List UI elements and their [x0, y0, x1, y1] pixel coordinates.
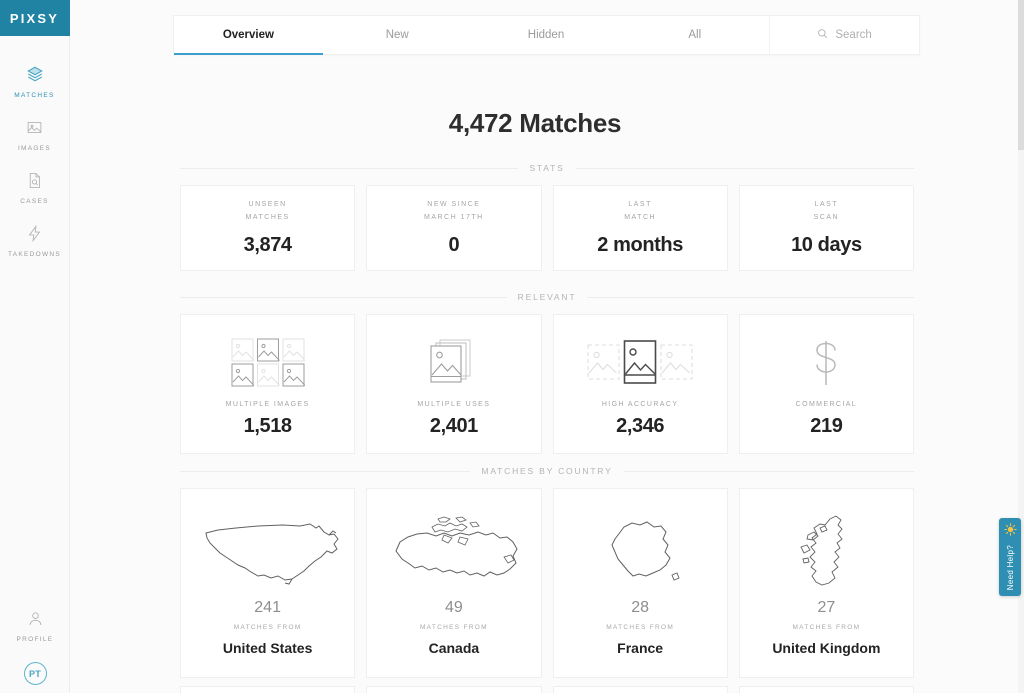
stat-label-line2: Match	[624, 214, 657, 221]
relevant-section: Relevant	[180, 292, 914, 454]
relevant-card-label: Multiple Images	[225, 401, 310, 408]
relevant-card-multiple-images[interactable]: Multiple Images 1,518	[180, 314, 356, 454]
relevant-card-label: Multiple Uses	[417, 401, 491, 408]
scroll-area: 4,472 Matches Stats Unseen Matches 3,874…	[70, 0, 1024, 693]
image-icon	[26, 116, 43, 138]
sidebar-item-images[interactable]: Images	[0, 107, 69, 160]
avatar[interactable]: PT	[23, 662, 47, 685]
sidebar-item-label: Profile	[16, 636, 54, 643]
stat-label-line1: New Since	[427, 201, 481, 209]
sidebar-item-takedowns[interactable]: Takedowns	[0, 213, 69, 266]
focused-image-icon	[587, 335, 693, 391]
next-row-partial	[180, 686, 914, 693]
sidebar: PIXSY Matches	[0, 0, 70, 693]
relevant-card-value: 219	[810, 415, 843, 437]
relevant-section-heading: Relevant	[180, 292, 914, 302]
country-name: United States	[222, 640, 313, 656]
sidebar-footer: Profile PT	[0, 598, 70, 685]
cube-icon	[26, 63, 44, 85]
country-name: United Kingdom	[772, 640, 881, 656]
relevant-cards: Multiple Images 1,518	[180, 314, 914, 454]
sidebar-item-matches[interactable]: Matches	[0, 54, 69, 107]
relevant-card-value: 2,346	[616, 415, 665, 437]
map-united-states	[188, 511, 348, 597]
card-partial[interactable]	[738, 686, 914, 693]
map-united-kingdom	[746, 511, 906, 597]
document-search-icon	[26, 169, 43, 191]
country-count: 49	[444, 599, 463, 616]
stat-card[interactable]: Unseen Matches 3,874	[180, 185, 356, 271]
countries-section-heading: Matches by Country	[180, 466, 914, 476]
country-card-france[interactable]: 28 Matches From France	[552, 488, 728, 678]
card-partial[interactable]	[180, 686, 356, 693]
stat-label-line2: Scan	[813, 214, 840, 221]
sidebar-nav: Matches Images	[0, 54, 69, 266]
stat-label-line1: Unseen	[248, 201, 287, 209]
need-help-label: Need Help?	[1005, 545, 1015, 591]
stat-label-line2: March 17th	[424, 214, 484, 221]
countries-section: Matches by Country 241 Matches From	[180, 466, 914, 678]
sidebar-item-cases[interactable]: Cases	[0, 160, 69, 213]
country-name: Canada	[428, 640, 480, 656]
country-sub-label: Matches From	[233, 624, 302, 631]
sidebar-item-label: Cases	[20, 198, 49, 205]
country-card-canada[interactable]: 49 Matches From Canada	[366, 488, 542, 678]
stat-label-line2: Matches	[245, 214, 290, 221]
person-icon	[27, 607, 44, 629]
scrollbar-thumb[interactable]	[1018, 0, 1024, 150]
country-sub-label: Matches From	[606, 624, 675, 631]
stat-label-line1: Last	[628, 201, 652, 209]
card-partial[interactable]	[366, 686, 542, 693]
stat-value: 2 months	[597, 233, 683, 256]
brand-logo[interactable]: PIXSY	[0, 0, 70, 36]
relevant-card-value: 1,518	[243, 415, 292, 437]
need-help-button[interactable]: Need Help?	[999, 518, 1021, 596]
stat-card[interactable]: New Since March 17th 0	[366, 185, 542, 271]
map-france	[560, 511, 720, 597]
country-card-united-states[interactable]: 241 Matches From United States	[180, 488, 356, 678]
stats-section-heading: Stats	[180, 163, 914, 173]
map-canada	[374, 511, 534, 597]
main-content: Overview New Hidden All Search 4,472 Mat…	[70, 0, 1024, 693]
country-count: 27	[817, 599, 836, 616]
page-title: 4,472 Matches	[448, 108, 622, 138]
country-card-united-kingdom[interactable]: 27 Matches From United Kingdom	[738, 488, 914, 678]
stacked-images-icon	[428, 335, 480, 391]
avatar-initials: PT	[28, 668, 42, 679]
brand-name: PIXSY	[9, 10, 60, 26]
relevant-card-label: High Accuracy	[601, 401, 679, 408]
sidebar-item-profile[interactable]: Profile	[0, 598, 70, 651]
stat-value: 0	[448, 233, 460, 256]
country-count: 28	[631, 599, 650, 616]
stat-card[interactable]: Last Scan 10 days	[738, 185, 914, 271]
country-cards: 241 Matches From United States	[180, 488, 914, 678]
relevant-card-multiple-uses[interactable]: Multiple Uses 2,401	[366, 314, 542, 454]
sun-icon	[1003, 523, 1017, 541]
sidebar-item-label: Matches	[14, 92, 55, 99]
app-root: PIXSY Matches	[0, 0, 1024, 693]
stat-card[interactable]: Last Match 2 months	[552, 185, 728, 271]
country-name: France	[617, 640, 664, 656]
relevant-card-high-accuracy[interactable]: High Accuracy 2,346	[552, 314, 728, 454]
sidebar-item-label: Images	[17, 145, 52, 152]
sidebar-item-label: Takedowns	[7, 251, 62, 258]
stat-value: 10 days	[791, 233, 862, 256]
country-sub-label: Matches From	[792, 624, 861, 631]
country-sub-label: Matches From	[419, 624, 488, 631]
image-grid-icon	[231, 335, 305, 391]
relevant-card-label: Commercial	[795, 401, 858, 408]
stat-value: 3,874	[243, 233, 292, 256]
dollar-sign-icon	[806, 335, 846, 391]
lightning-bolt-icon	[26, 222, 43, 244]
card-partial[interactable]	[552, 686, 728, 693]
stat-label-line1: Last	[814, 201, 839, 209]
relevant-card-commercial[interactable]: Commercial 219	[738, 314, 914, 454]
stats-section: Stats Unseen Matches 3,874 New Since Mar…	[180, 163, 914, 271]
relevant-card-value: 2,401	[429, 415, 478, 437]
country-count: 241	[254, 599, 281, 616]
stats-cards: Unseen Matches 3,874 New Since March 17t…	[180, 185, 914, 271]
